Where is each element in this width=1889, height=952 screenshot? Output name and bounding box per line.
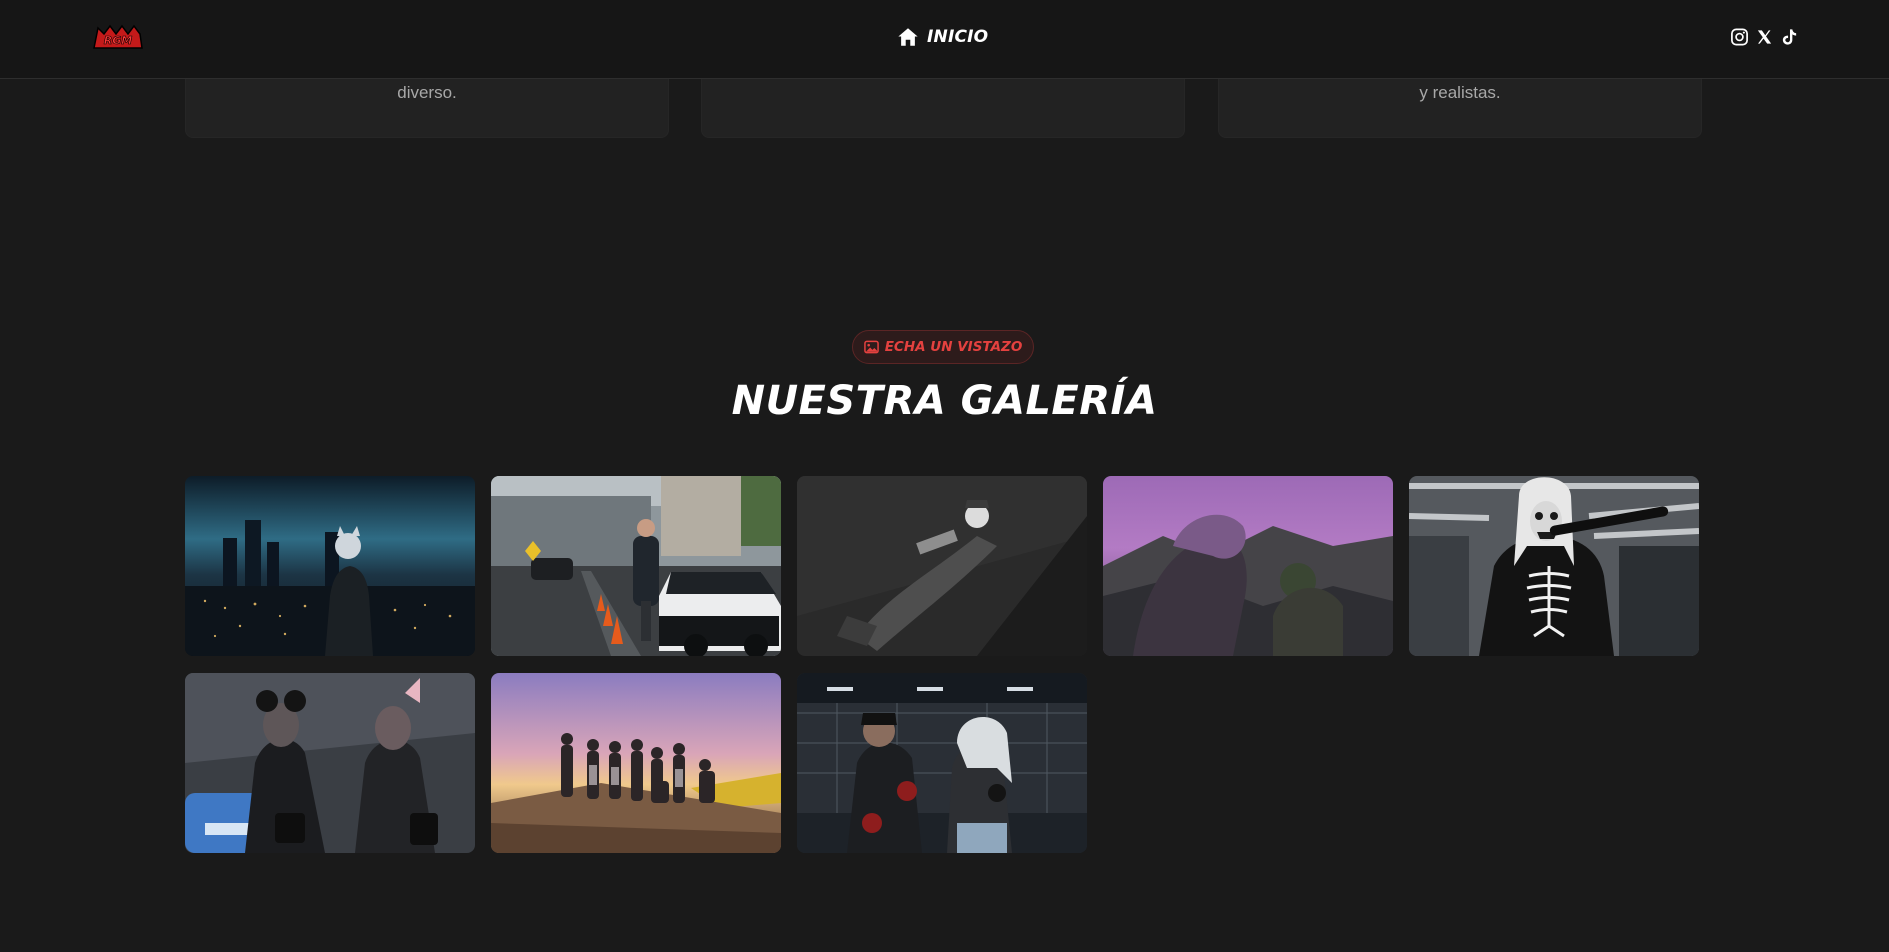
gallery-image-police-stop[interactable] bbox=[491, 476, 781, 656]
gallery-image-boxing-gym[interactable] bbox=[797, 673, 1087, 853]
gallery-image-city-night[interactable] bbox=[185, 476, 475, 656]
gallery-badge: ECHA UN VISTAZO bbox=[852, 330, 1034, 364]
x-icon[interactable] bbox=[1755, 27, 1774, 47]
instagram-icon[interactable] bbox=[1730, 27, 1749, 47]
gallery-image-two-masked-women[interactable] bbox=[185, 673, 475, 853]
feature-card-text: diverso. bbox=[397, 83, 457, 102]
gallery-badge-label: ECHA UN VISTAZO bbox=[884, 339, 1023, 355]
gallery-image-masked-figure[interactable] bbox=[797, 476, 1087, 656]
gallery-title: NUESTRA GALERÍA bbox=[731, 378, 1158, 424]
social-links bbox=[1730, 27, 1799, 47]
feature-card-text: y realistas. bbox=[1419, 83, 1501, 102]
site-logo[interactable]: RGM bbox=[92, 22, 144, 52]
tiktok-icon[interactable] bbox=[1780, 27, 1799, 47]
home-icon bbox=[898, 28, 918, 46]
gallery-grid bbox=[185, 476, 1702, 853]
nav-home-link[interactable]: INICIO bbox=[897, 26, 988, 48]
svg-text:RGM: RGM bbox=[104, 34, 132, 47]
site-header: RGM INICIO bbox=[0, 0, 1889, 79]
gallery-image-purple-sky[interactable] bbox=[1103, 476, 1393, 656]
image-icon bbox=[863, 340, 879, 354]
nav-home-label: INICIO bbox=[927, 27, 989, 47]
gallery-image-group-sunset[interactable] bbox=[491, 673, 781, 853]
gallery-image-skeleton-hoodie[interactable] bbox=[1409, 476, 1699, 656]
